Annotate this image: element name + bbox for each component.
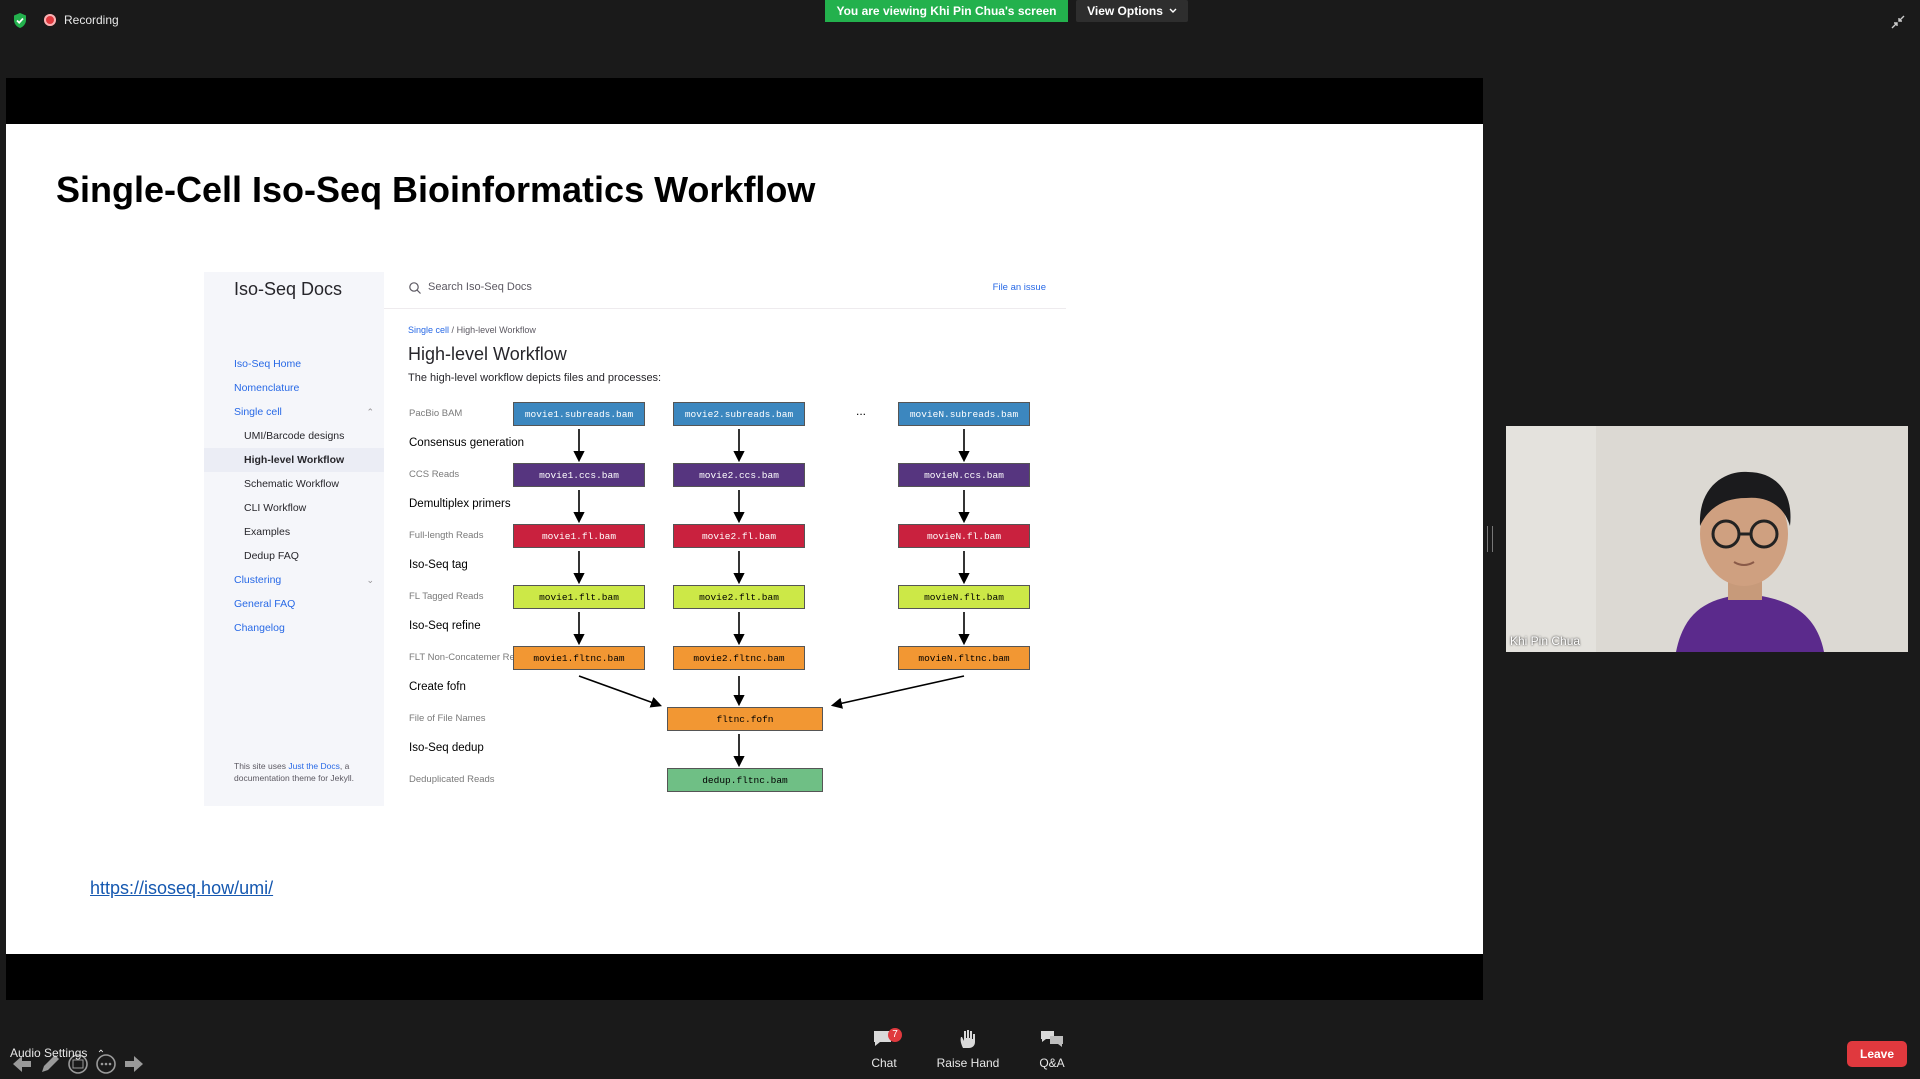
qa-button[interactable]: Q&A — [1016, 1028, 1088, 1070]
footer-link[interactable]: Just the Docs — [288, 761, 340, 771]
docs-screenshot: Iso-Seq Docs Iso-Seq Home Nomenclature S… — [204, 272, 1066, 806]
nav-item-clustering[interactable]: Clustering ⌄ — [204, 568, 384, 592]
meeting-top-bar: Recording You are viewing Khi Pin Chua's… — [0, 0, 1920, 40]
view-options-button[interactable]: View Options — [1076, 0, 1188, 22]
qa-label: Q&A — [1039, 1056, 1065, 1070]
file-box-movie2-fltnc: movie2.fltnc.bam — [673, 646, 805, 670]
nav-item-iso-seq-home[interactable]: Iso-Seq Home — [204, 352, 384, 376]
file-box-movien-fltnc: movieN.fltnc.bam — [898, 646, 1030, 670]
step-label: Consensus generation — [409, 437, 525, 449]
audio-settings-button[interactable]: Audio Settings ⌃ — [10, 1046, 105, 1060]
docs-main: Search Iso-Seq Docs File an issue Single… — [384, 272, 1066, 806]
data-type-label: CCS Reads — [409, 469, 460, 480]
next-slide-icon[interactable] — [122, 1052, 146, 1076]
nav-item-dedup-faq[interactable]: Dedup FAQ — [204, 544, 384, 568]
step-label: Iso-Seq dedup — [409, 742, 484, 754]
file-box-movien-fl: movieN.fl.bam — [898, 524, 1030, 548]
arrow-merge — [830, 675, 965, 709]
file-box-movie1-fltnc: movie1.fltnc.bam — [513, 646, 645, 670]
breadcrumb-separator: / — [451, 325, 455, 335]
leave-button[interactable]: Leave — [1847, 1041, 1907, 1067]
shield-icon[interactable] — [12, 12, 28, 29]
step-label: Demultiplex primers — [409, 498, 511, 510]
chat-badge: 7 — [888, 1028, 902, 1042]
chat-button[interactable]: 7 Chat — [848, 1028, 920, 1070]
chevron-up-icon[interactable]: ⌃ — [366, 400, 374, 424]
file-box-movie2-fl: movie2.fl.bam — [673, 524, 805, 548]
file-box-movie1-ccs: movie1.ccs.bam — [513, 463, 645, 487]
nav-item-cli-workflow[interactable]: CLI Workflow — [204, 496, 384, 520]
nav-item-label: Single cell — [234, 406, 282, 418]
participant-video-image — [1506, 426, 1908, 652]
file-box-dedup: dedup.fltnc.bam — [667, 768, 823, 792]
data-type-label: FLT Non-Concatemer Reads — [409, 652, 531, 663]
chat-label: Chat — [871, 1056, 897, 1070]
breadcrumb: Single cell / High-level Workflow — [408, 325, 536, 335]
hand-icon — [960, 1030, 975, 1048]
nav-item-single-cell[interactable]: Single cell ⌃ — [204, 400, 384, 424]
chevron-up-icon: ⌃ — [96, 1049, 106, 1060]
page-intro: The high-level workflow depicts files an… — [408, 372, 662, 384]
data-type-label: FL Tagged Reads — [409, 591, 484, 602]
raise-hand-label: Raise Hand — [936, 1056, 1000, 1070]
docs-sidebar: Iso-Seq Docs Iso-Seq Home Nomenclature S… — [204, 272, 384, 806]
recording-indicator[interactable]: Recording — [44, 13, 119, 27]
nav-item-high-level-workflow[interactable]: High-level Workflow — [204, 448, 384, 472]
data-type-label: PacBio BAM — [409, 408, 463, 419]
panel-resize-handle[interactable] — [1487, 526, 1493, 552]
file-box-movien-subreads: movieN.subreads.bam — [898, 402, 1030, 426]
data-type-label: File of File Names — [409, 713, 486, 724]
docs-footer: This site uses Just the Docs, a document… — [234, 760, 354, 784]
recording-label: Recording — [64, 13, 119, 27]
arrow-merge — [578, 675, 663, 708]
page-heading: High-level Workflow — [408, 344, 567, 364]
file-box-movie1-subreads: movie1.subreads.bam — [513, 402, 645, 426]
file-box-movie1-flt: movie1.flt.bam — [513, 585, 645, 609]
recording-dot-icon — [44, 14, 56, 26]
data-type-label: Full-length Reads — [409, 530, 484, 541]
footer-text: This site uses — [234, 761, 286, 771]
chevron-down-icon[interactable]: ⌄ — [366, 568, 374, 592]
participant-video[interactable] — [1506, 426, 1908, 652]
file-box-fltnc-fofn: fltnc.fofn — [667, 707, 823, 731]
presentation-slide: Single-Cell Iso-Seq Bioinformatics Workf… — [6, 124, 1483, 1074]
step-label: Iso-Seq refine — [409, 620, 481, 632]
columns-ellipsis: ... — [856, 404, 867, 418]
breadcrumb-current: High-level Workflow — [456, 325, 536, 335]
nav-item-umi-barcode[interactable]: UMI/Barcode designs — [204, 424, 384, 448]
nav-item-label: Clustering — [234, 574, 282, 586]
nav-item-general-faq[interactable]: General FAQ — [204, 592, 384, 616]
exit-fullscreen-icon[interactable] — [1890, 14, 1906, 30]
step-label: Iso-Seq tag — [409, 559, 468, 571]
file-box-movien-flt: movieN.flt.bam — [898, 585, 1030, 609]
nav-item-schematic-workflow[interactable]: Schematic Workflow — [204, 472, 384, 496]
file-box-movie1-fl: movie1.fl.bam — [513, 524, 645, 548]
viewing-banner: You are viewing Khi Pin Chua's screen — [825, 0, 1068, 22]
audio-settings-label: Audio Settings — [10, 1046, 88, 1060]
participant-name: Khi Pin Chua — [1510, 634, 1581, 648]
step-label: Create fofn — [409, 681, 466, 693]
search-icon — [409, 282, 421, 294]
data-type-label: Deduplicated Reads — [409, 774, 495, 785]
breadcrumb-parent[interactable]: Single cell — [408, 325, 449, 335]
slide-title: Single-Cell Iso-Seq Bioinformatics Workf… — [56, 169, 816, 210]
nav-item-examples[interactable]: Examples — [204, 520, 384, 544]
nav-item-nomenclature[interactable]: Nomenclature — [204, 376, 384, 400]
file-box-movie2-subreads: movie2.subreads.bam — [673, 402, 805, 426]
chevron-down-icon — [1169, 8, 1177, 13]
raise-hand-button[interactable]: Raise Hand — [932, 1028, 1004, 1070]
view-options-label: View Options — [1087, 4, 1163, 18]
docs-logo: Iso-Seq Docs — [234, 279, 343, 299]
file-box-movie2-flt: movie2.flt.bam — [673, 585, 805, 609]
nav-item-changelog[interactable]: Changelog — [204, 616, 384, 640]
slide-url-link[interactable]: https://isoseq.how/umi/ — [90, 878, 273, 899]
qa-icon — [1041, 1031, 1063, 1047]
search-placeholder[interactable]: Search Iso-Seq Docs — [428, 281, 532, 293]
file-box-movie2-ccs: movie2.ccs.bam — [673, 463, 805, 487]
docs-search-bar[interactable]: Search Iso-Seq Docs File an issue — [384, 272, 1066, 309]
file-box-movien-ccs: movieN.ccs.bam — [898, 463, 1030, 487]
workflow-diagram: PacBio BAM CCS Reads Full-length Reads FL T… — [384, 392, 1066, 806]
file-issue-link[interactable]: File an issue — [993, 282, 1046, 293]
docs-nav: Iso-Seq Home Nomenclature Single cell ⌃ … — [204, 352, 384, 640]
